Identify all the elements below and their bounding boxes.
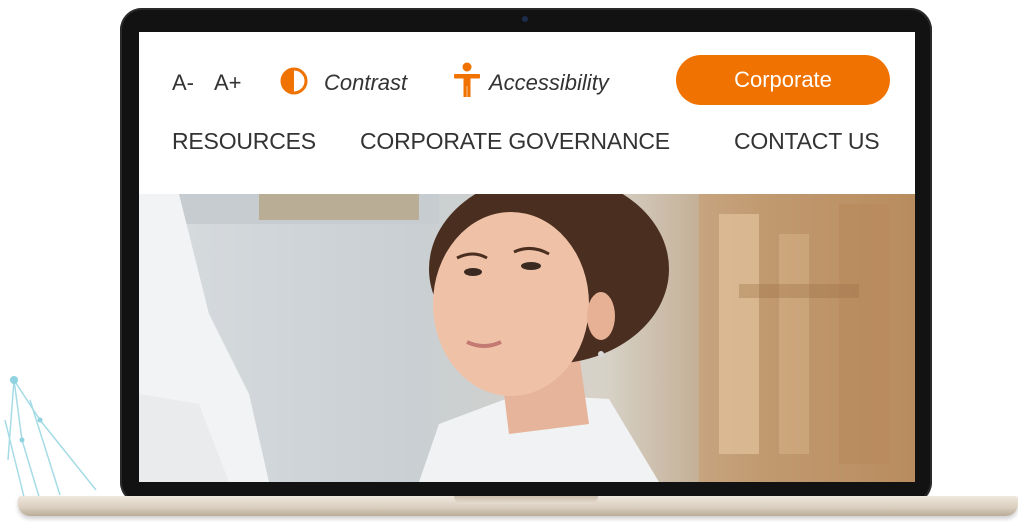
nav-item-resources[interactable]: RESOURCES bbox=[172, 128, 316, 155]
laptop-camera bbox=[522, 16, 528, 22]
accessibility-icon[interactable] bbox=[452, 62, 482, 98]
laptop-notch bbox=[454, 496, 598, 504]
hero-image bbox=[139, 194, 915, 482]
laptop-screen: A- A+ Contrast Accessibility Corporate R… bbox=[139, 32, 915, 482]
nav-item-corporate-governance[interactable]: CORPORATE GOVERNANCE bbox=[360, 128, 670, 155]
font-decrease-button[interactable]: A- bbox=[172, 70, 194, 96]
contrast-toggle[interactable]: Contrast bbox=[324, 70, 407, 96]
decorative-network-graphic bbox=[4, 376, 97, 506]
corporate-button[interactable]: Corporate bbox=[676, 55, 890, 105]
hero-illustration bbox=[139, 194, 915, 482]
site-header: A- A+ Contrast Accessibility Corporate R… bbox=[139, 32, 915, 192]
contrast-icon[interactable] bbox=[280, 67, 308, 95]
font-increase-button[interactable]: A+ bbox=[214, 70, 242, 96]
nav-item-contact-us[interactable]: CONTACT US bbox=[734, 128, 880, 155]
accessibility-link[interactable]: Accessibility bbox=[489, 70, 609, 96]
